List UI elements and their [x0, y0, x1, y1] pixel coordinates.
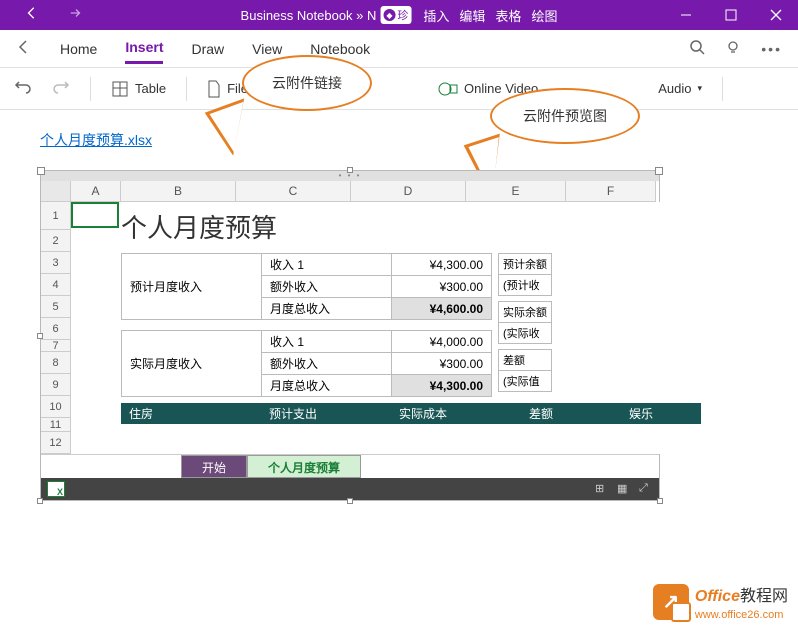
tab-home[interactable]: Home — [60, 35, 97, 63]
status-icon[interactable]: ⊞ — [595, 482, 609, 496]
section-estimated: 预计月度收入收入 1¥4,300.00 额外收入¥300.00 月度总收入¥4,… — [121, 253, 492, 320]
expense-header: 住房预计支出实际成本差额娱乐 — [121, 403, 701, 424]
page-canvas: 个人月度预算.xlsx • • • ABCDEF 123456789101112… — [0, 110, 798, 521]
title-menu-table[interactable]: 表格 — [495, 6, 521, 25]
more-icon[interactable]: ••• — [761, 41, 782, 57]
tab-insert[interactable]: Insert — [125, 33, 163, 64]
search-icon[interactable] — [689, 39, 705, 58]
column-headers: ABCDEF — [41, 181, 659, 202]
redo-icon[interactable] — [52, 78, 70, 99]
bulb-icon[interactable] — [725, 39, 741, 58]
watermark: ↗ Office教程网 www.office26.com — [653, 582, 788, 621]
tab-draw[interactable]: Draw — [191, 35, 224, 63]
title-menu-draw[interactable]: 绘图 — [531, 6, 557, 25]
back-icon[interactable] — [16, 39, 32, 58]
status-icon[interactable]: ▦ — [617, 482, 631, 496]
ribbon: Table File Online Video Audio▾ — [0, 68, 798, 110]
embedded-spreadsheet[interactable]: • • • ABCDEF 123456789101112 个人月度预算 预计月度… — [40, 170, 660, 501]
sheet-tab-start[interactable]: 开始 — [181, 455, 247, 478]
ribbon-audio[interactable]: Audio▾ — [658, 81, 702, 96]
maximize-button[interactable] — [708, 0, 753, 30]
watermark-icon: ↗ — [653, 584, 689, 620]
ribbon-table[interactable]: Table — [111, 80, 166, 98]
window-title: Business Notebook » N ◆珍 插入 编辑 表格 绘图 — [241, 6, 558, 25]
nav-forward-icon[interactable] — [69, 6, 83, 25]
sheet-content[interactable]: 个人月度预算 预计月度收入收入 1¥4,300.00 额外收入¥300.00 月… — [71, 202, 701, 454]
gem-badge: ◆珍 — [380, 6, 411, 24]
minimize-button[interactable] — [663, 0, 708, 30]
attachment-link[interactable]: 个人月度预算.xlsx — [40, 132, 152, 148]
nav-back-icon[interactable] — [25, 6, 39, 25]
callout-preview: 云附件预览图 — [490, 88, 640, 144]
title-bar: Business Notebook » N ◆珍 插入 编辑 表格 绘图 — [0, 0, 798, 30]
title-menu-edit[interactable]: 编辑 — [459, 6, 485, 25]
side-summary: 预计余额 (预计收 实际余额 (实际收 差额 (实际值 — [498, 253, 552, 397]
excel-icon — [47, 481, 65, 497]
row-headers: 123456789101112 — [41, 202, 71, 454]
sheet-title: 个人月度预算 — [121, 208, 701, 245]
section-actual: 实际月度收入收入 1¥4,000.00 额外收入¥300.00 月度总收入¥4,… — [121, 330, 492, 397]
status-icon[interactable]: ⤢ — [639, 482, 653, 496]
title-menu-insert[interactable]: 插入 — [423, 6, 449, 25]
callout-link: 云附件链接 — [242, 55, 372, 111]
sheet-tabs: 开始 个人月度预算 — [41, 454, 659, 478]
sheet-tab-budget[interactable]: 个人月度预算 — [247, 455, 361, 478]
selected-cell — [71, 202, 119, 228]
close-button[interactable] — [753, 0, 798, 30]
excel-statusbar: ⊞ ▦ ⤢ — [41, 478, 659, 500]
undo-icon[interactable] — [14, 78, 32, 99]
menu-bar: Home Insert Draw View Notebook ••• — [0, 30, 798, 68]
